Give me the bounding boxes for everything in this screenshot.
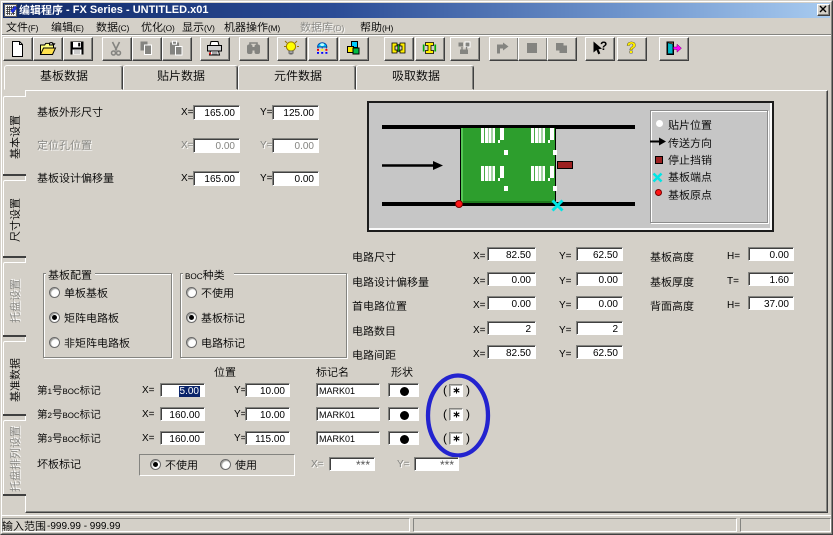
svg-text:?: ?	[627, 40, 637, 57]
svg-text:?: ?	[600, 39, 607, 53]
